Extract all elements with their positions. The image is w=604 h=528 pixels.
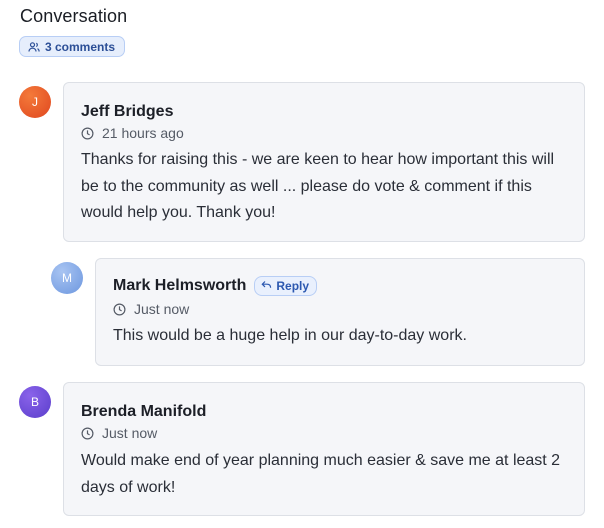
reply-button-label: Reply [276, 279, 310, 293]
comment-time: Just now [102, 425, 158, 441]
comment-author: Brenda Manifold [81, 403, 207, 420]
comment-timestamp: Just now [113, 301, 189, 317]
avatar: B [19, 386, 51, 418]
avatar-initial: B [30, 395, 39, 409]
clock-icon [113, 302, 126, 316]
reply-card: Mark Helmsworth Reply Just now This woul… [95, 258, 585, 366]
clock-icon [81, 126, 94, 140]
avatar-initial: J [32, 95, 38, 109]
reply-arrow-icon [261, 279, 272, 293]
comments-count-badge: 3 comments [19, 36, 126, 57]
comments-count-label: 3 comments [45, 39, 116, 54]
comment-author: Mark Helmsworth [113, 277, 247, 294]
comment-card: Jeff Bridges 21 hours ago Thanks for rai… [63, 82, 585, 242]
comment-card: Brenda Manifold Just now Would make end … [63, 382, 585, 516]
avatar-initial: M [62, 271, 72, 285]
comment-author: Jeff Bridges [81, 103, 174, 120]
comment-text: Would make end of year planning much eas… [81, 452, 561, 496]
comment-text: Thanks for raising this - we are keen to… [81, 151, 555, 221]
users-icon [28, 41, 40, 53]
reply-button[interactable]: Reply [254, 276, 318, 296]
comment-timestamp: Just now [81, 425, 157, 441]
comment-timestamp: 21 hours ago [81, 125, 184, 141]
avatar: M [51, 262, 83, 294]
comment-text: This would be a huge help in our day-to-… [113, 327, 467, 344]
conversation-panel: Conversation 3 comments J Jeff Bridges 2… [0, 0, 604, 528]
page-title: Conversation [20, 6, 128, 26]
clock-icon [81, 426, 94, 440]
avatar: J [19, 86, 51, 118]
comment-time: Just now [134, 301, 190, 317]
comment-time: 21 hours ago [102, 125, 184, 141]
